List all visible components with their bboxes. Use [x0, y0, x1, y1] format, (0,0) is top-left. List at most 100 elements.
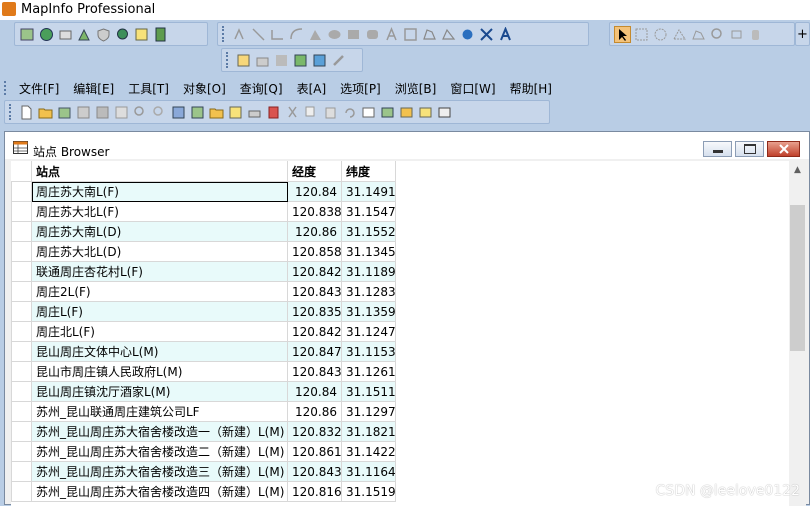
cell-latitude[interactable]: 31.1511 [341, 381, 396, 402]
cell-longitude[interactable]: 120.843 [287, 461, 342, 482]
table-row[interactable]: 昆山市周庄镇人民政府L(M) 120.843 31.1261 [11, 361, 396, 382]
table-row[interactable]: 周庄苏大南L(D) 120.86 31.1552 [11, 221, 396, 242]
select-arrow-icon[interactable] [614, 25, 631, 43]
menu-window[interactable]: 窗口[W] [443, 80, 502, 97]
zoom-out-icon[interactable] [728, 26, 745, 43]
cell-site[interactable]: 周庄苏大北L(D) [31, 241, 288, 262]
column-header-site[interactable]: 站点 [31, 161, 288, 182]
zoom-in-icon[interactable] [709, 26, 726, 43]
more-icon[interactable]: + [796, 26, 809, 43]
text-icon[interactable] [383, 26, 400, 43]
menu-tools[interactable]: 工具[T] [121, 80, 176, 97]
row-selector[interactable] [11, 481, 32, 502]
cell-latitude[interactable]: 31.1547 [341, 201, 396, 222]
help-globe-icon[interactable] [114, 26, 131, 43]
cut-icon[interactable] [284, 104, 301, 121]
row-selector[interactable] [11, 261, 32, 282]
column-header-longitude[interactable]: 经度 [287, 161, 342, 182]
new-file-icon[interactable] [18, 104, 35, 121]
marquee-select-icon[interactable] [633, 26, 650, 43]
table-row[interactable]: 周庄苏大南L(F) 120.84 31.1491 [11, 181, 396, 202]
boundary-select-icon[interactable] [690, 26, 707, 43]
row-selector[interactable] [11, 241, 32, 262]
table-row[interactable]: 周庄2L(F) 120.843 31.1283 [11, 281, 396, 302]
cell-longitude[interactable]: 120.842 [287, 321, 342, 342]
rectangle-icon[interactable] [345, 26, 362, 43]
new-map-icon[interactable] [19, 26, 36, 43]
menu-edit[interactable]: 编辑[E] [66, 80, 121, 97]
row-selector[interactable] [11, 381, 32, 402]
cell-latitude[interactable]: 31.1552 [341, 221, 396, 242]
cell-site[interactable]: 苏州_昆山联通周庄建筑公司LF [31, 401, 288, 422]
reshape-icon[interactable] [421, 26, 438, 43]
cell-site[interactable]: 周庄苏大南L(F) [31, 181, 288, 202]
table-row[interactable]: 苏州_昆山联通周庄建筑公司LF 120.86 31.1297 [11, 401, 396, 422]
row-selector[interactable] [11, 441, 32, 462]
table-row[interactable]: 联通周庄杏花村L(F) 120.842 31.1189 [11, 261, 396, 282]
row-selector[interactable] [11, 181, 32, 202]
save-icon[interactable] [170, 104, 187, 121]
cell-latitude[interactable]: 31.1283 [341, 281, 396, 302]
thematic-icon[interactable] [311, 52, 328, 69]
table-row[interactable]: 苏州_昆山周庄苏大宿舍楼改造四（新建）L(M) 120.816 31.1519 [11, 481, 396, 502]
cell-latitude[interactable]: 31.1345 [341, 241, 396, 262]
menu-table[interactable]: 表[A] [290, 80, 334, 97]
row-selector[interactable] [11, 221, 32, 242]
find-selection-icon[interactable] [151, 104, 168, 121]
table-row[interactable]: 周庄苏大北L(F) 120.838 31.1547 [11, 201, 396, 222]
frame-icon[interactable] [402, 26, 419, 43]
cell-latitude[interactable]: 31.1247 [341, 321, 396, 342]
open-dbms-icon[interactable] [208, 104, 225, 121]
cell-latitude[interactable]: 31.1189 [341, 261, 396, 282]
new-mapper-icon[interactable] [379, 104, 396, 121]
close-table-icon[interactable] [113, 104, 130, 121]
layer-control-icon[interactable] [235, 52, 252, 69]
cell-longitude[interactable]: 120.847 [287, 341, 342, 362]
cell-latitude[interactable]: 31.1422 [341, 441, 396, 462]
cell-site[interactable]: 苏州_昆山周庄苏大宿舍楼改造一（新建）L(M) [31, 421, 288, 442]
scrollbar-thumb[interactable] [790, 205, 805, 351]
polyline-icon[interactable] [269, 26, 286, 43]
row-selector[interactable] [11, 401, 32, 422]
undo-icon[interactable] [341, 104, 358, 121]
line-icon[interactable] [250, 26, 267, 43]
cell-longitude[interactable]: 120.858 [287, 241, 342, 262]
layout-icon[interactable] [76, 26, 93, 43]
table-icon[interactable] [292, 52, 309, 69]
menu-options[interactable]: 选项[P] [333, 80, 388, 97]
save-table-icon[interactable] [75, 104, 92, 121]
info-tool-icon[interactable] [133, 26, 150, 43]
cell-latitude[interactable]: 31.1821 [341, 421, 396, 442]
cell-longitude[interactable]: 120.861 [287, 441, 342, 462]
polygon-icon[interactable] [307, 26, 324, 43]
row-selector[interactable] [11, 281, 32, 302]
cell-site[interactable]: 周庄2L(F) [31, 281, 288, 302]
cell-site[interactable]: 昆山周庄镇沈厅酒家L(M) [31, 381, 288, 402]
cell-site[interactable]: 苏州_昆山周庄苏大宿舍楼改造三（新建）L(M) [31, 461, 288, 482]
table-row[interactable]: 苏州_昆山周庄苏大宿舍楼改造一（新建）L(M) 120.832 31.1821 [11, 421, 396, 442]
close-button[interactable] [767, 141, 800, 157]
copy-icon[interactable] [303, 104, 320, 121]
pdf-icon[interactable] [265, 104, 282, 121]
table-row[interactable]: 周庄L(F) 120.835 31.1359 [11, 301, 396, 322]
new-grapher-icon[interactable] [398, 104, 415, 121]
row-selector[interactable] [11, 461, 32, 482]
cell-site[interactable]: 联通周庄杏花村L(F) [31, 261, 288, 282]
scroll-up-icon[interactable]: ▲ [789, 161, 806, 178]
layer-editable-icon[interactable] [273, 52, 290, 69]
cell-longitude[interactable]: 120.843 [287, 281, 342, 302]
layout-window-icon[interactable] [227, 104, 244, 121]
snap-icon[interactable] [459, 26, 476, 43]
symbol-icon[interactable] [231, 26, 248, 43]
cell-site[interactable]: 昆山市周庄镇人民政府L(M) [31, 361, 288, 382]
radius-select-icon[interactable] [652, 26, 669, 43]
menu-query[interactable]: 查询[Q] [233, 80, 290, 97]
row-selector[interactable] [11, 361, 32, 382]
cell-longitude[interactable]: 120.832 [287, 421, 342, 442]
save-workspace-icon[interactable] [94, 104, 111, 121]
cell-latitude[interactable]: 31.1297 [341, 401, 396, 422]
label-icon[interactable] [497, 26, 514, 43]
cell-latitude[interactable]: 31.1153 [341, 341, 396, 362]
shield-icon[interactable] [95, 26, 112, 43]
new-redistricter-icon[interactable] [436, 104, 453, 121]
